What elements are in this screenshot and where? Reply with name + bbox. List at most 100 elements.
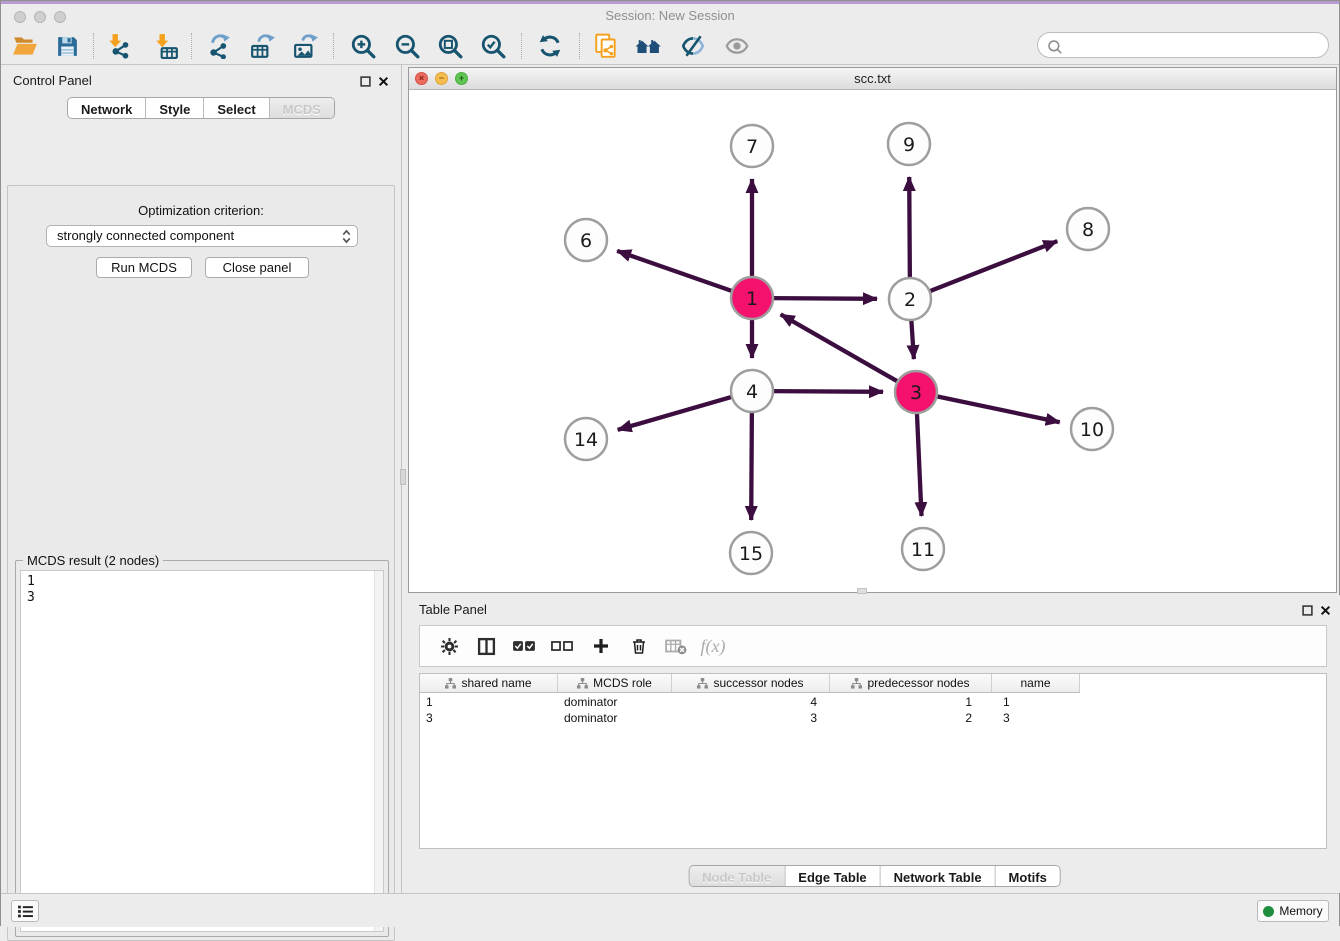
- table-cell[interactable]: 3: [420, 710, 558, 726]
- splitter-grip-horizontal[interactable]: [857, 588, 867, 594]
- float-table-panel-icon[interactable]: [1301, 604, 1314, 617]
- table-cell[interactable]: 1: [992, 694, 1080, 710]
- table-cell[interactable]: 1: [420, 694, 558, 710]
- search-input[interactable]: [1066, 34, 1321, 56]
- table-cell[interactable]: 2: [830, 710, 992, 726]
- delete-table-button[interactable]: [661, 626, 691, 666]
- add-column-button[interactable]: [586, 626, 616, 666]
- toggle-graphics-details-button[interactable]: [675, 31, 711, 61]
- graph-node-15[interactable]: 15: [730, 532, 772, 574]
- select-all-columns-button[interactable]: [509, 626, 539, 666]
- tab-network[interactable]: Network: [68, 98, 146, 118]
- show-columns-button[interactable]: [471, 626, 501, 666]
- graph-edge-3-10[interactable]: [935, 396, 1060, 422]
- zoom-selected-icon: [480, 33, 506, 59]
- table-cell[interactable]: dominator: [558, 694, 672, 710]
- export-table-button[interactable]: [245, 31, 281, 61]
- graph-edge-2-3[interactable]: [911, 318, 914, 359]
- unselect-all-columns-button[interactable]: [547, 626, 577, 666]
- import-table-button[interactable]: [148, 31, 184, 61]
- close-table-panel-icon[interactable]: [1319, 604, 1332, 617]
- splitter-grip-vertical[interactable]: [400, 469, 406, 485]
- tab-network-table[interactable]: Network Table: [881, 866, 996, 886]
- table-cell[interactable]: 3: [992, 710, 1080, 726]
- graph-node-9[interactable]: 9: [888, 123, 930, 165]
- task-history-button[interactable]: [11, 900, 39, 922]
- import-table-icon: [153, 33, 179, 59]
- graph-edge-3-1[interactable]: [781, 314, 900, 382]
- graph-node-8[interactable]: 8: [1067, 208, 1109, 250]
- tab-style[interactable]: Style: [146, 98, 204, 118]
- graph-node-7[interactable]: 7: [731, 125, 773, 167]
- table-cell[interactable]: 4: [672, 694, 830, 710]
- hide-details-button[interactable]: [719, 31, 755, 61]
- result-scrollbar[interactable]: [374, 571, 383, 931]
- tab-motifs[interactable]: Motifs: [996, 866, 1060, 886]
- zoom-fit-button[interactable]: [432, 31, 468, 61]
- mcds-result-textarea[interactable]: 1 3: [20, 570, 384, 932]
- graph-edge-1-6[interactable]: [617, 251, 734, 292]
- toolbar-separator: [93, 33, 94, 59]
- graph-node-label: 10: [1080, 419, 1104, 441]
- close-panel-button[interactable]: Close panel: [205, 257, 309, 278]
- graph-edge-4-15[interactable]: [751, 410, 752, 520]
- export-image-button[interactable]: [288, 31, 324, 61]
- list-icon: [17, 904, 34, 919]
- float-panel-icon[interactable]: [359, 75, 372, 88]
- open-session-button[interactable]: [7, 31, 43, 61]
- application-window: Session: New Session: [0, 0, 1340, 926]
- graph-edge-4-3[interactable]: [771, 391, 883, 392]
- network-window-titlebar[interactable]: × − + scc.txt: [409, 68, 1336, 90]
- table-header-row: shared nameMCDS rolesuccessor nodesprede…: [420, 674, 1080, 693]
- zoom-out-button[interactable]: [389, 31, 425, 61]
- graph-node-1[interactable]: 1: [731, 277, 773, 319]
- function-builder-button[interactable]: f(x): [698, 626, 728, 666]
- tab-edge-table[interactable]: Edge Table: [785, 866, 880, 886]
- table-cell[interactable]: dominator: [558, 710, 672, 726]
- delete-columns-button[interactable]: [624, 626, 654, 666]
- run-mcds-button[interactable]: Run MCDS: [96, 257, 192, 278]
- tab-mcds[interactable]: MCDS: [270, 98, 334, 118]
- show-all-networks-button[interactable]: [631, 31, 667, 61]
- column-header-successor-nodes[interactable]: successor nodes: [672, 674, 830, 693]
- column-settings-button[interactable]: [434, 626, 464, 666]
- trash-icon: [630, 637, 648, 655]
- table-cell[interactable]: 1: [830, 694, 992, 710]
- table-row[interactable]: 3dominator323: [420, 710, 1080, 726]
- graph-edge-1-2[interactable]: [771, 298, 877, 299]
- tab-node-table[interactable]: Node Table: [689, 866, 785, 886]
- table-row[interactable]: 1dominator411: [420, 694, 1080, 710]
- graph-node-6[interactable]: 6: [565, 219, 607, 261]
- tab-select[interactable]: Select: [204, 98, 269, 118]
- duplicate-network-button[interactable]: [588, 31, 624, 61]
- column-header-shared-name[interactable]: shared name: [420, 674, 558, 693]
- graph-edge-3-11[interactable]: [917, 411, 922, 516]
- graph-node-14[interactable]: 14: [565, 418, 607, 460]
- graph-node-11[interactable]: 11: [902, 528, 944, 570]
- import-network-button[interactable]: [101, 31, 137, 61]
- mcds-panel: Optimization criterion: strongly connect…: [7, 185, 395, 941]
- graph-node-label: 11: [911, 539, 935, 561]
- search-field[interactable]: [1037, 32, 1329, 58]
- criterion-dropdown[interactable]: strongly connected component: [46, 225, 358, 247]
- table-cell[interactable]: 3: [672, 710, 830, 726]
- zoom-in-button[interactable]: [345, 31, 381, 61]
- save-session-button[interactable]: [49, 31, 85, 61]
- zoom-selected-button[interactable]: [475, 31, 511, 61]
- graph-edge-2-9[interactable]: [909, 177, 910, 280]
- graph-node-10[interactable]: 10: [1071, 408, 1113, 450]
- graph-node-3[interactable]: 3: [895, 371, 937, 413]
- close-panel-icon[interactable]: [377, 75, 390, 88]
- refresh-layout-button[interactable]: [532, 31, 568, 61]
- memory-button[interactable]: Memory: [1257, 900, 1329, 922]
- export-network-button[interactable]: [201, 31, 237, 61]
- graph-edge-2-8[interactable]: [928, 241, 1058, 292]
- memory-status-icon: [1263, 906, 1274, 917]
- network-canvas[interactable]: 7 9 6 8 1 2 4 3 14 10 15 11: [409, 90, 1336, 592]
- column-header-predecessor-nodes[interactable]: predecessor nodes: [830, 674, 992, 693]
- column-header-name[interactable]: name: [992, 674, 1080, 693]
- graph-node-2[interactable]: 2: [889, 278, 931, 320]
- graph-node-4[interactable]: 4: [731, 370, 773, 412]
- column-header-MCDS-role[interactable]: MCDS role: [558, 674, 672, 693]
- graph-edge-4-14[interactable]: [618, 396, 734, 430]
